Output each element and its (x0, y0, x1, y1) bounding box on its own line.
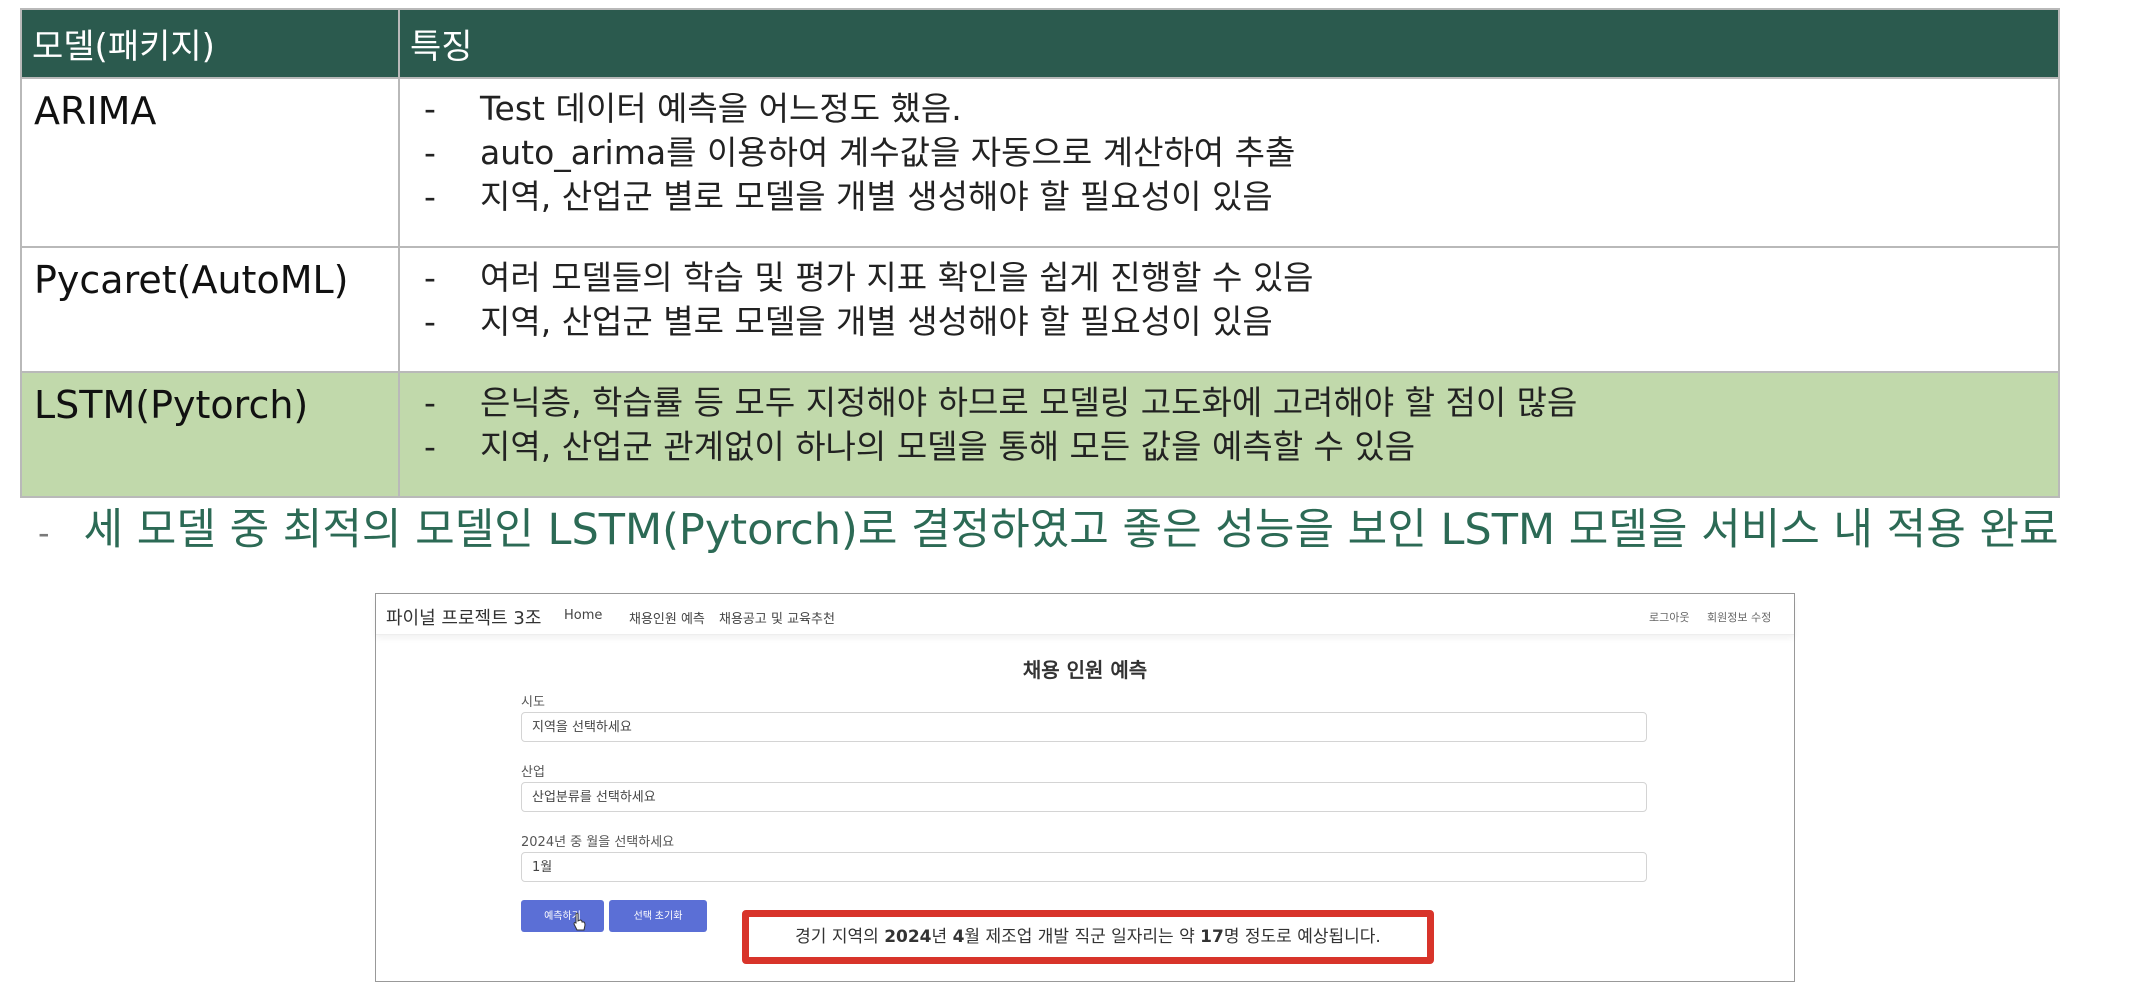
feature-item: 은닉층, 학습률 등 모두 지정해야 하므로 모델링 고도화에 고려해야 할 점… (424, 381, 2058, 425)
app-screenshot: 파이널 프로젝트 3조 Home 채용인원 예측 채용공고 및 교육추천 로그아… (375, 593, 1795, 982)
industry-select[interactable]: 산업분류를 선택하세요 (521, 782, 1647, 812)
logout-link[interactable]: 로그아웃 (1649, 609, 1689, 625)
table-header-row: 모델(패키지) 특징 (20, 8, 2060, 79)
reset-button[interactable]: 선택 초기화 (609, 900, 707, 932)
header-features: 특징 (398, 8, 2060, 79)
conclusion: -세 모델 중 최적의 모델인 LSTM(Pytorch)로 결정하였고 좋은 … (38, 495, 2059, 557)
features-cell: 여러 모델들의 학습 및 평가 지표 확인을 쉽게 진행할 수 있음 지역, 산… (398, 246, 2060, 373)
model-comparison-table: 모델(패키지) 특징 ARIMA Test 데이터 예측을 어느정도 했음. a… (20, 8, 2060, 498)
app-navbar: 파이널 프로젝트 3조 Home 채용인원 예측 채용공고 및 교육추천 로그아… (376, 594, 1794, 635)
hand-cursor-icon (573, 912, 586, 931)
features-cell: 은닉층, 학습률 등 모두 지정해야 하므로 모델링 고도화에 고려해야 할 점… (398, 371, 2060, 498)
field-label-industry: 산업 (521, 765, 545, 780)
result-text-prefix: 경기 지역의 (795, 927, 885, 947)
model-name-pycaret: Pycaret(AutoML) (20, 246, 400, 373)
table-row: Pycaret(AutoML) 여러 모델들의 학습 및 평가 지표 확인을 쉽… (20, 246, 2060, 373)
table-row: ARIMA Test 데이터 예측을 어느정도 했음. auto_arima를 … (20, 77, 2060, 248)
feature-item: auto_arima를 이용하여 계수값을 자동으로 계산하여 추출 (424, 131, 2058, 175)
model-name-lstm: LSTM(Pytorch) (20, 371, 400, 498)
edit-profile-link[interactable]: 회원정보 수정 (1707, 609, 1771, 625)
field-label-month: 2024년 중 월을 선택하세요 (521, 835, 675, 850)
result-text-suffix: 명 정도로 예상됩니다. (1223, 927, 1381, 947)
feature-item: Test 데이터 예측을 어느정도 했음. (424, 87, 2058, 131)
feature-item: 지역, 산업군 별로 모델을 개별 생성해야 할 필요성이 있음 (424, 300, 2058, 344)
region-select[interactable]: 지역을 선택하세요 (521, 712, 1647, 742)
nav-link-prediction[interactable]: 채용인원 예측 (629, 608, 705, 627)
page-title: 채용 인원 예측 (1022, 658, 1148, 682)
conclusion-text: 세 모델 중 최적의 모델인 LSTM(Pytorch)로 결정하였고 좋은 성… (83, 505, 2059, 555)
table-row-highlighted: LSTM(Pytorch) 은닉층, 학습률 등 모두 지정해야 하므로 모델링… (20, 371, 2060, 498)
nav-link-recommendation[interactable]: 채용공고 및 교육추천 (719, 608, 835, 627)
features-cell: Test 데이터 예측을 어느정도 했음. auto_arima를 이용하여 계… (398, 77, 2060, 248)
header-model: 모델(패키지) (20, 8, 400, 79)
month-select[interactable]: 1월 (521, 852, 1647, 882)
conclusion-bullet: - (38, 513, 50, 552)
prediction-result: 경기 지역의 2024년 4월 제조업 개발 직군 일자리는 약 17명 정도로… (742, 910, 1434, 964)
result-text-year-unit: 년 (931, 927, 953, 947)
result-count: 17 (1200, 927, 1224, 947)
field-label-region: 시도 (521, 695, 545, 710)
feature-item: 지역, 산업군 별로 모델을 개별 생성해야 할 필요성이 있음 (424, 175, 2058, 219)
result-text-middle: 월 제조업 개발 직군 일자리는 약 (964, 927, 1201, 947)
nav-link-home[interactable]: Home (564, 608, 602, 623)
app-brand[interactable]: 파이널 프로젝트 3조 (386, 604, 541, 630)
model-name-arima: ARIMA (20, 77, 400, 248)
result-month: 4 (952, 927, 965, 947)
feature-item: 여러 모델들의 학습 및 평가 지표 확인을 쉽게 진행할 수 있음 (424, 256, 2058, 300)
predict-button[interactable]: 예측하기 (521, 900, 604, 932)
result-year: 2024 (884, 927, 932, 947)
feature-item: 지역, 산업군 관계없이 하나의 모델을 통해 모든 값을 예측할 수 있음 (424, 425, 2058, 469)
